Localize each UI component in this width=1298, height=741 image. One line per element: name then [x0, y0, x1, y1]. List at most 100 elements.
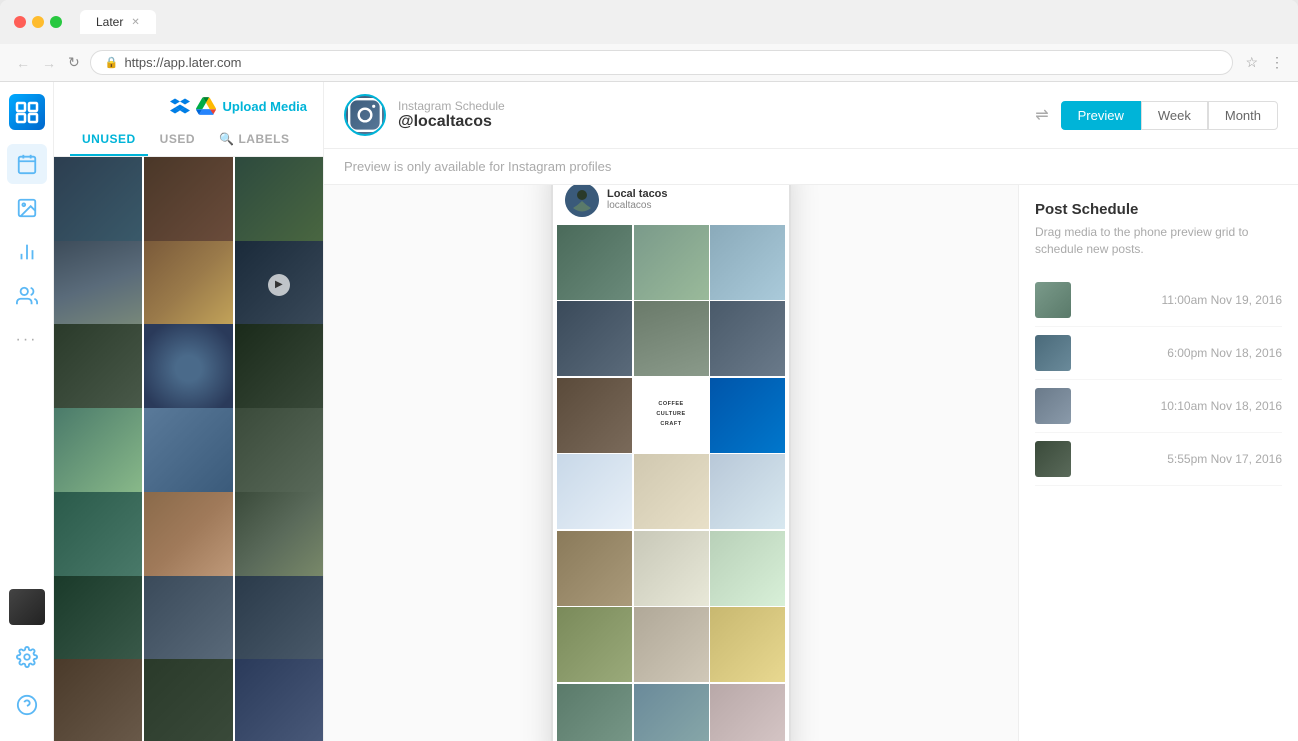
media-thumb[interactable]: [144, 408, 232, 496]
media-thumb[interactable]: [144, 492, 232, 580]
refresh-button[interactable]: ↻: [66, 52, 82, 73]
media-thumb[interactable]: [54, 241, 142, 329]
phone-thumb: [557, 531, 632, 606]
search-icon: 🔍: [219, 132, 234, 146]
media-thumb[interactable]: [144, 241, 232, 329]
week-button[interactable]: Week: [1141, 101, 1208, 130]
bookmark-icon[interactable]: ☆: [1245, 54, 1258, 71]
media-thumb[interactable]: [54, 659, 142, 741]
media-thumb[interactable]: [144, 324, 232, 412]
media-tabs: UNUSED USED 🔍 LABELS: [54, 124, 323, 157]
main-header: Instagram Schedule @localtacos ⇌ Preview…: [324, 82, 1298, 149]
tab-item[interactable]: Later ✕: [80, 10, 156, 34]
schedule-item: 6:00pm Nov 18, 2016: [1035, 327, 1282, 380]
phone-thumb: [710, 454, 785, 529]
media-thumb[interactable]: [235, 157, 323, 245]
phone-thumb: [710, 684, 785, 741]
preview-note: Preview is only available for Instagram …: [324, 149, 1298, 185]
url-text: https://app.later.com: [124, 55, 241, 70]
schedule-item: 5:55pm Nov 17, 2016: [1035, 433, 1282, 486]
platform-label: Instagram Schedule: [398, 99, 1013, 113]
schedule-item: 11:00am Nov 19, 2016: [1035, 274, 1282, 327]
media-thumb[interactable]: [235, 659, 323, 741]
sidebar-item-media[interactable]: [7, 188, 47, 228]
sidebar-item-help[interactable]: [7, 685, 47, 725]
phone-thumb: [710, 378, 785, 453]
media-thumb[interactable]: [235, 492, 323, 580]
media-thumb[interactable]: [235, 576, 323, 664]
tab-close-icon[interactable]: ✕: [131, 17, 139, 28]
phone-thumb: [557, 301, 632, 376]
tab-bar: Later ✕: [80, 10, 1284, 34]
url-bar[interactable]: 🔒 https://app.later.com: [90, 50, 1234, 75]
app-logo: [9, 94, 45, 130]
phone-thumb: [557, 607, 632, 682]
phone-thumb: [634, 225, 709, 300]
sidebar-item-settings[interactable]: [7, 637, 47, 677]
media-thumb[interactable]: [54, 324, 142, 412]
back-button[interactable]: ←: [14, 53, 32, 73]
more-dots-icon: ···: [16, 331, 38, 349]
upload-media-button[interactable]: Upload Media: [222, 99, 307, 114]
minimize-button[interactable]: [32, 16, 44, 28]
sidebar-item-analytics[interactable]: [7, 232, 47, 272]
phone-thumb: [710, 225, 785, 300]
browser-menu-icon[interactable]: ⋮: [1270, 54, 1284, 71]
close-button[interactable]: [14, 16, 26, 28]
phone-thumb: [557, 225, 632, 300]
schedule-title: Post Schedule: [1035, 201, 1282, 218]
media-thumb[interactable]: [144, 157, 232, 245]
media-thumb[interactable]: [235, 324, 323, 412]
main-content: Instagram Schedule @localtacos ⇌ Preview…: [324, 82, 1298, 741]
schedule-thumb: [1035, 441, 1071, 477]
phone-thumb: [557, 454, 632, 529]
tab-unused[interactable]: UNUSED: [70, 124, 148, 156]
media-thumb[interactable]: ▶: [235, 241, 323, 329]
schedule-time: 10:10am Nov 18, 2016: [1161, 399, 1282, 413]
sidebar-item-users[interactable]: [7, 276, 47, 316]
user-avatar[interactable]: [9, 589, 45, 625]
media-thumb[interactable]: [144, 576, 232, 664]
preview-area: Local tacos localtacos COFFEECULTURECRAF…: [324, 185, 1298, 741]
schedule-time: 11:00am Nov 19, 2016: [1161, 293, 1282, 307]
phone-thumb: [634, 301, 709, 376]
sidebar-item-more[interactable]: ···: [7, 320, 47, 360]
media-thumb[interactable]: [54, 157, 142, 245]
schedule-subtitle: Drag media to the phone preview grid to …: [1035, 224, 1282, 258]
forward-button[interactable]: →: [40, 53, 58, 73]
media-thumb[interactable]: [235, 408, 323, 496]
address-bar-container: ← → ↻ 🔒 https://app.later.com ☆ ⋮: [0, 44, 1298, 82]
sidebar: ···: [0, 82, 54, 741]
phone-mockup: Local tacos localtacos COFFEECULTURECRAF…: [551, 185, 791, 741]
traffic-lights: [14, 16, 62, 28]
phone-area: Local tacos localtacos COFFEECULTURECRAF…: [324, 185, 1018, 741]
tab-used[interactable]: USED: [148, 124, 207, 156]
sidebar-item-calendar[interactable]: [7, 144, 47, 184]
upload-area: Upload Media: [170, 96, 307, 116]
phone-user-info: Local tacos localtacos: [607, 188, 668, 211]
media-panel: Upload Media UNUSED USED 🔍 LABELS ▶: [54, 82, 324, 741]
preview-button[interactable]: Preview: [1061, 101, 1141, 130]
dropbox-icon: [170, 96, 190, 116]
phone-thumb: [557, 378, 632, 453]
media-thumb[interactable]: [54, 576, 142, 664]
phone-thumb: [710, 531, 785, 606]
gdrive-icon: [196, 96, 216, 116]
tab-labels[interactable]: 🔍 LABELS: [207, 124, 301, 156]
schedule-time: 5:55pm Nov 17, 2016: [1167, 452, 1282, 466]
schedule-thumb: [1035, 335, 1071, 371]
media-grid: ▶: [54, 157, 323, 741]
media-thumb[interactable]: [54, 492, 142, 580]
schedule-thumb: [1035, 282, 1071, 318]
media-thumb[interactable]: [54, 408, 142, 496]
maximize-button[interactable]: [50, 16, 62, 28]
media-thumb[interactable]: [144, 659, 232, 741]
sidebar-bottom: [7, 589, 47, 729]
phone-avatar: [565, 185, 599, 217]
month-button[interactable]: Month: [1208, 101, 1278, 130]
view-controls: Preview Week Month: [1061, 101, 1278, 130]
schedule-time: 6:00pm Nov 18, 2016: [1167, 346, 1282, 360]
phone-thumb: [557, 684, 632, 741]
phone-thumb: [634, 454, 709, 529]
shuffle-icon[interactable]: ⇌: [1035, 105, 1048, 125]
